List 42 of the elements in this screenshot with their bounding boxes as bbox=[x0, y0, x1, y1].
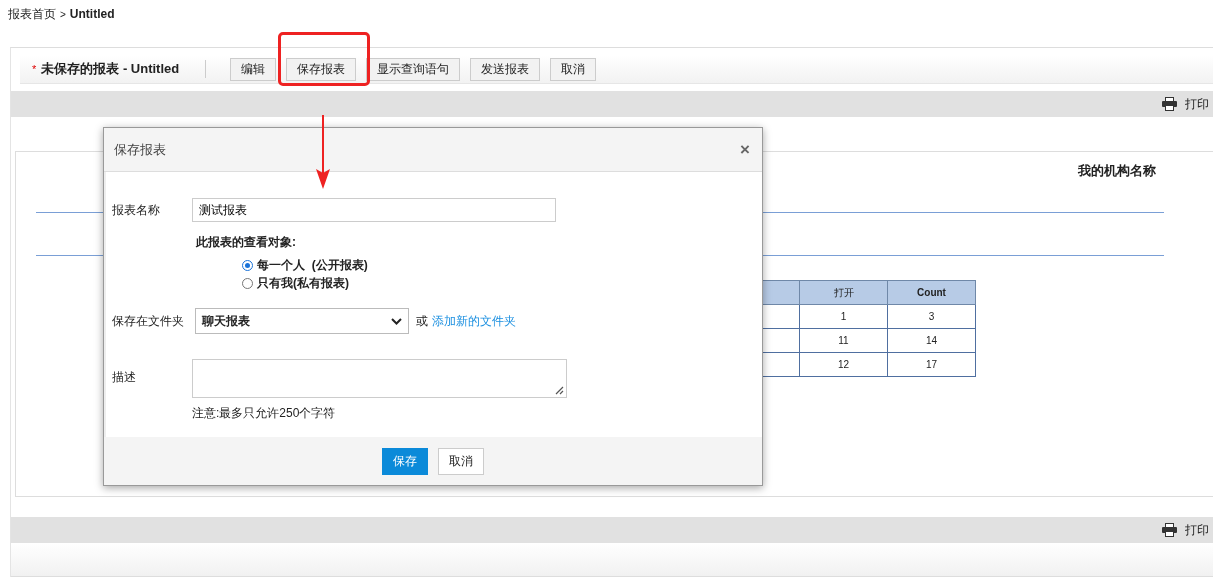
toolbar-button[interactable]: 发送报表 bbox=[470, 57, 541, 81]
folder-select[interactable]: 聊天报表 bbox=[195, 308, 409, 334]
or-text: 或 bbox=[416, 312, 428, 330]
radio-label[interactable]: 每一个人 (公开报表) bbox=[257, 257, 368, 274]
table-cell: 14 bbox=[887, 328, 976, 353]
note-text: 注意:最多只允许250个字符 bbox=[192, 405, 337, 422]
field-label: 保存在文件夹 bbox=[112, 312, 185, 330]
organization-name: 我的机构名称 bbox=[1078, 162, 1156, 180]
printer-icon[interactable] bbox=[1162, 97, 1177, 111]
toolbar-button[interactable]: 保存报表 bbox=[286, 57, 357, 81]
radio-button[interactable] bbox=[242, 278, 253, 289]
cancel-button[interactable]: 取消 bbox=[438, 447, 484, 475]
toolbar-button[interactable]: 显示查询语句 bbox=[366, 57, 461, 81]
chevron-down-icon bbox=[391, 317, 402, 325]
breadcrumb-separator: > bbox=[60, 8, 66, 20]
dialog-title: 保存报表 bbox=[114, 140, 166, 159]
print-label[interactable]: 打印 bbox=[1185, 95, 1209, 113]
close-button[interactable]: × bbox=[740, 139, 750, 160]
radio-button[interactable] bbox=[242, 260, 253, 271]
table-cell: 1 bbox=[799, 304, 888, 329]
field-label: 描述 bbox=[112, 369, 137, 386]
toolbar-button[interactable]: 取消 bbox=[550, 57, 597, 81]
breadcrumb-item[interactable]: 报表首页 bbox=[8, 5, 56, 23]
table-header: 打开 bbox=[799, 280, 888, 305]
radio-label[interactable]: 只有我(私有报表) bbox=[257, 275, 349, 292]
table-cell: 3 bbox=[887, 304, 976, 329]
report-title: 未保存的报表 - Untitled bbox=[41, 60, 180, 78]
add-folder-link[interactable]: 添加新的文件夹 bbox=[432, 312, 516, 330]
table-header: Count bbox=[887, 280, 976, 305]
print-label[interactable]: 打印 bbox=[1185, 521, 1209, 539]
field-label: 报表名称 bbox=[112, 201, 161, 219]
audience-heading: 此报表的查看对象: bbox=[196, 234, 297, 251]
table-cell: 11 bbox=[799, 328, 888, 353]
save-button[interactable]: 保存 bbox=[382, 447, 428, 475]
table-cell: 17 bbox=[887, 352, 976, 377]
toolbar-button[interactable]: 编辑 bbox=[230, 57, 277, 81]
table-cell: 12 bbox=[799, 352, 888, 377]
resize-handle-icon[interactable] bbox=[555, 386, 564, 395]
breadcrumb-item: Untitled bbox=[69, 7, 115, 21]
printer-icon[interactable] bbox=[1162, 523, 1177, 537]
name-input[interactable]: 测试报表 bbox=[192, 198, 556, 222]
required-mark: * bbox=[32, 63, 37, 75]
